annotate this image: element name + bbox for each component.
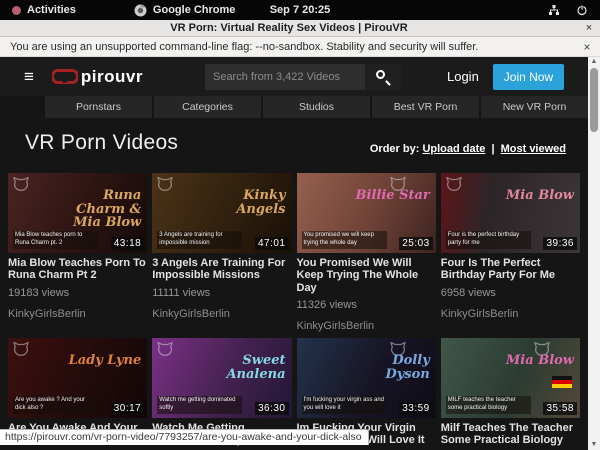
order-by-label: Order by: — [370, 143, 420, 155]
nav-item-best-vr-porn[interactable]: Best VR Porn — [372, 96, 479, 118]
thumbnail-caption: You promised we will keep trying the who… — [302, 231, 387, 249]
order-separator: | — [491, 143, 494, 155]
login-link[interactable]: Login — [447, 69, 479, 84]
video-title[interactable]: Mia Blow Teaches Porn To Runa Charm Pt 2 — [8, 257, 147, 282]
video-thumbnail[interactable]: Billie Star You promised we will keep tr… — [297, 173, 436, 253]
thumbnail-overlay-title: Billie Star — [356, 189, 430, 203]
vr-headset-icon — [52, 69, 78, 84]
duration-badge: 47:01 — [255, 237, 289, 250]
video-views: 11111 views — [152, 287, 291, 299]
thumbnail-overlay-title: Runa Charm & Mia Blow — [63, 189, 141, 230]
scroll-down-icon[interactable]: ▼ — [588, 440, 600, 450]
video-thumbnail[interactable]: Mia Blow Four is the perfect birthday pa… — [441, 173, 580, 253]
german-flag-icon — [552, 376, 572, 388]
page-title: VR Porn Videos — [25, 131, 178, 155]
thumbnail-caption: Are you awake ? And your dick also ? — [13, 396, 98, 414]
system-top-bar: Activities Google Chrome Sep 7 20:25 — [0, 0, 600, 20]
nav-item-studios[interactable]: Studios — [263, 96, 370, 118]
video-studio-link[interactable]: KinkyGirlsBerlin — [8, 308, 147, 320]
video-views: 6958 views — [441, 287, 580, 299]
clock[interactable]: Sep 7 20:25 — [0, 4, 600, 16]
cat-mask-icon — [157, 342, 173, 356]
status-bar-url: https://pirouvr.com/vr-porn-video/779325… — [0, 429, 369, 445]
warning-text: You are using an unsupported command-lin… — [10, 41, 574, 53]
video-views: 11326 views — [297, 299, 436, 311]
duration-badge: 30:17 — [111, 402, 145, 415]
browser-title-bar: VR Porn: Virtual Reality Sex Videos | Pi… — [0, 20, 600, 37]
video-title[interactable]: Milf Teaches The Teacher Some Practical … — [441, 422, 580, 447]
duration-badge: 36:30 — [255, 402, 289, 415]
menu-hamburger-icon[interactable]: ≡ — [24, 68, 34, 85]
duration-badge: 43:18 — [111, 237, 145, 250]
scroll-up-icon[interactable]: ▲ — [588, 57, 600, 67]
chrome-warning-infobar: You are using an unsupported command-lin… — [0, 37, 600, 57]
tray-network-icon[interactable] — [548, 4, 560, 16]
logo-text[interactable]: pirouvr — [81, 67, 143, 87]
scrollbar-thumb[interactable] — [590, 68, 598, 132]
duration-badge: 39:36 — [543, 237, 577, 250]
order-most-viewed-link[interactable]: Most viewed — [501, 143, 566, 155]
browser-viewport: ≡ pirouvr Login Join Now Pornstars Categ… — [0, 57, 600, 450]
video-title[interactable]: Four Is The Perfect Birthday Party For M… — [441, 257, 580, 282]
window-close-icon[interactable]: × — [578, 22, 600, 34]
video-title[interactable]: You Promised We Will Keep Trying The Who… — [297, 257, 436, 294]
thumbnail-overlay-title: Dolly Dyson — [352, 354, 430, 381]
cat-mask-icon — [13, 177, 29, 191]
video-thumbnail[interactable]: Runa Charm & Mia Blow Mia Blow teaches p… — [8, 173, 147, 253]
video-card[interactable]: Mia Blow MILF teaches the teacher some p… — [441, 338, 580, 450]
cat-mask-icon — [13, 342, 29, 356]
video-studio-link[interactable]: KinkyGirlsBerlin — [152, 308, 291, 320]
video-views: 19183 views — [8, 287, 147, 299]
thumbnail-overlay-title: Lady Lyne — [69, 354, 142, 368]
cat-mask-icon — [446, 177, 462, 191]
main-nav: Pornstars Categories Studios Best VR Por… — [0, 96, 588, 118]
join-now-button[interactable]: Join Now — [493, 64, 564, 90]
thumbnail-overlay-title: Sweet Analena — [208, 354, 286, 381]
thumbnail-overlay-title: Mia Blow — [506, 189, 574, 203]
power-icon[interactable] — [576, 4, 588, 16]
window-title: VR Porn: Virtual Reality Sex Videos | Pi… — [0, 22, 578, 34]
search-icon — [376, 70, 385, 79]
warning-close-icon[interactable]: × — [574, 40, 600, 54]
thumbnail-caption: I'm fucking your virgin ass and you will… — [302, 396, 387, 414]
nav-item-pornstars[interactable]: Pornstars — [45, 96, 152, 118]
video-title[interactable]: 3 Angels Are Training For Impossible Mis… — [152, 257, 291, 282]
video-grid: Runa Charm & Mia Blow Mia Blow teaches p… — [8, 173, 580, 450]
site-header: ≡ pirouvr Login Join Now — [0, 57, 588, 96]
thumbnail-overlay-title: Kinky Angels — [208, 189, 286, 216]
page-scrollbar[interactable]: ▲ ▼ — [588, 57, 600, 450]
video-card[interactable]: Kinky Angels 3 Angels are training for i… — [152, 173, 291, 332]
video-thumbnail[interactable]: Kinky Angels 3 Angels are training for i… — [152, 173, 291, 253]
search-bar — [205, 64, 401, 90]
thumbnail-caption: 3 Angels are training for impossible mis… — [157, 231, 242, 249]
order-by: Order by: Upload date | Most viewed — [370, 143, 566, 155]
video-thumbnail[interactable]: Dolly Dyson I'm fucking your virgin ass … — [297, 338, 436, 418]
video-card[interactable]: Mia Blow Four is the perfect birthday pa… — [441, 173, 580, 332]
video-card[interactable]: Runa Charm & Mia Blow Mia Blow teaches p… — [8, 173, 147, 332]
video-card[interactable]: Billie Star You promised we will keep tr… — [297, 173, 436, 332]
thumbnail-caption: MILF teaches the teacher some practical … — [446, 396, 531, 414]
duration-badge: 33:59 — [399, 402, 433, 415]
thumbnail-caption: Watch me getting dominated softly — [157, 396, 242, 414]
search-button[interactable] — [365, 64, 401, 90]
video-studio-link[interactable]: KinkyGirlsBerlin — [297, 320, 436, 332]
thumbnail-caption: Mia Blow teaches porn to Runa Charm pt. … — [13, 231, 98, 249]
video-thumbnail[interactable]: Mia Blow MILF teaches the teacher some p… — [441, 338, 580, 418]
video-thumbnail[interactable]: Sweet Analena Watch me getting dominated… — [152, 338, 291, 418]
search-input[interactable] — [205, 64, 365, 90]
nav-item-categories[interactable]: Categories — [154, 96, 261, 118]
duration-badge: 25:03 — [399, 237, 433, 250]
order-upload-date-link[interactable]: Upload date — [422, 143, 485, 155]
site-logo[interactable]: pirouvr — [52, 67, 143, 87]
video-thumbnail[interactable]: Lady Lyne Are you awake ? And your dick … — [8, 338, 147, 418]
duration-badge: 35:58 — [543, 402, 577, 415]
thumbnail-overlay-title: Mia Blow — [506, 354, 574, 368]
cat-mask-icon — [157, 177, 173, 191]
nav-item-new-vr-porn[interactable]: New VR Porn — [481, 96, 588, 118]
thumbnail-caption: Four is the perfect birthday party for m… — [446, 231, 531, 249]
video-studio-link[interactable]: KinkyGirlsBerlin — [441, 308, 580, 320]
